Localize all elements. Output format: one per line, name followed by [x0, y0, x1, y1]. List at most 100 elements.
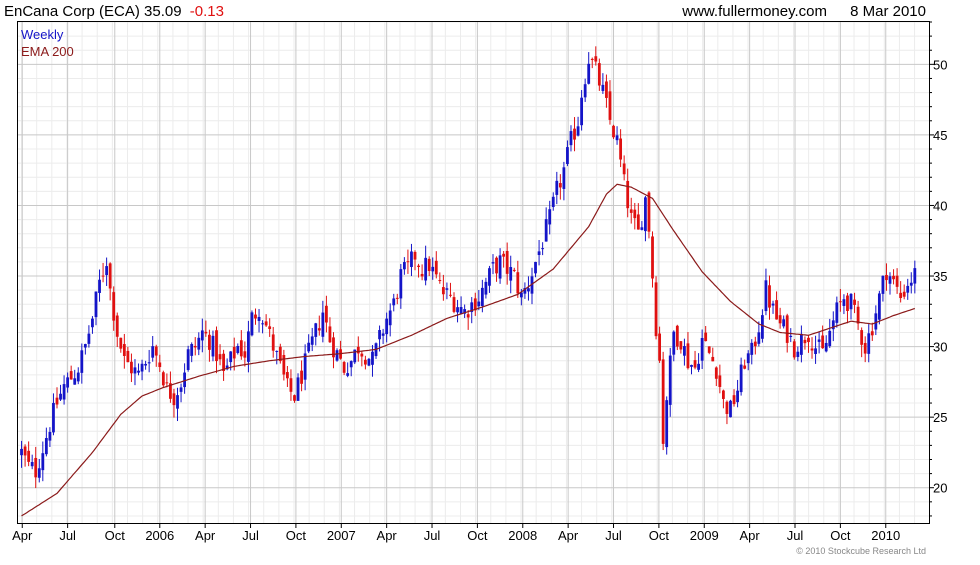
candle-down [679, 341, 683, 350]
candle-down [785, 315, 789, 343]
candle-up [615, 135, 619, 141]
candle-up [491, 262, 495, 264]
candle-up [303, 353, 307, 380]
candle-up [261, 323, 264, 325]
candle-down [112, 292, 116, 321]
candle-down [172, 393, 176, 406]
candle-up [867, 333, 871, 354]
candle-up [477, 301, 481, 307]
candle-up [799, 333, 803, 355]
candle-up [190, 344, 194, 356]
candle-down [753, 341, 757, 347]
legend-ema200: EMA 200 [21, 44, 74, 59]
candle-down [158, 362, 162, 368]
candle-up [881, 275, 885, 294]
candle-up [580, 97, 584, 126]
candle-down [215, 330, 218, 362]
candle-down [792, 341, 796, 358]
candle-up [94, 291, 98, 318]
site-url: www.fullermoney.com [681, 3, 827, 20]
candle-down [605, 81, 608, 98]
candle-down [115, 315, 119, 337]
candle-down [502, 253, 506, 257]
candle-down [239, 340, 243, 357]
candle-down [512, 269, 516, 271]
candlestick-chart: EnCana Corp (ECA) 35.09 -0.13 www.fuller… [0, 0, 980, 560]
candle-up [750, 342, 754, 355]
candle-down [324, 305, 328, 323]
x-tick-label: Jul [424, 528, 441, 543]
candle-down [892, 275, 895, 280]
candle-down [395, 297, 399, 299]
candle-down [126, 350, 130, 363]
candle-down [675, 325, 679, 347]
candle-up [66, 377, 70, 388]
candle-down [516, 272, 520, 294]
candle-up [764, 280, 768, 312]
candle-up [247, 331, 250, 362]
candle-down [594, 56, 598, 62]
candle-up [48, 431, 52, 441]
candle-down [807, 337, 810, 343]
candle-up [151, 346, 155, 358]
candle-up [700, 338, 704, 361]
candle-down [328, 326, 332, 343]
candle-up [842, 299, 846, 306]
candle-down [495, 257, 498, 274]
candle-up [672, 331, 676, 355]
candle-up [849, 293, 853, 310]
candle-up [310, 336, 314, 345]
candle-down [360, 353, 364, 357]
candle-up [835, 302, 839, 323]
candle-up [52, 402, 55, 433]
x-tick-label: Oct [649, 528, 670, 543]
candle-up [76, 372, 80, 382]
candle-up [335, 350, 339, 361]
candle-up [498, 255, 502, 279]
candle-up [729, 400, 732, 418]
candle-up [296, 377, 300, 401]
candle-down [743, 365, 747, 369]
candle-down [254, 314, 257, 319]
candle-down [704, 332, 708, 342]
candle-up [583, 84, 587, 98]
candle-down [902, 291, 906, 297]
candle-down [856, 306, 860, 324]
candle-down [686, 343, 690, 369]
x-tick-label: 2009 [690, 528, 719, 543]
candle-up [541, 248, 545, 250]
candle-up [789, 335, 793, 337]
candle-down [363, 359, 367, 365]
candle-down [725, 401, 729, 414]
x-tick-label: Apr [195, 528, 216, 543]
candle-down [619, 138, 623, 160]
candle-down [732, 395, 736, 405]
candle-down [222, 353, 225, 371]
candle-up [888, 276, 892, 284]
candle-up [824, 342, 828, 352]
candle-down [707, 346, 711, 353]
candle-up [683, 346, 686, 356]
candle-up [644, 197, 647, 232]
candle-down [268, 326, 272, 330]
title-text: EnCana Corp (ECA) 35.09 [4, 3, 182, 20]
candle-up [20, 448, 23, 456]
candle-up [509, 267, 513, 281]
candle-down [846, 295, 849, 311]
candle-up [746, 353, 750, 364]
candle-down [27, 450, 31, 462]
candle-down [232, 346, 236, 359]
candle-down [101, 275, 105, 277]
candle-up [73, 378, 77, 385]
candle-up [906, 285, 910, 293]
candle-up [147, 362, 151, 364]
y-tick-label: 45 [933, 128, 947, 143]
candle-down [661, 359, 665, 444]
candle-down [573, 128, 576, 140]
candle-up [41, 453, 45, 471]
candle-down [193, 345, 197, 348]
y-tick-label: 20 [933, 481, 947, 496]
candle-up [388, 310, 392, 326]
x-tick-label: Oct [286, 528, 307, 543]
candle-up [909, 282, 913, 286]
